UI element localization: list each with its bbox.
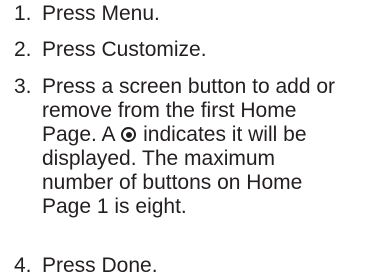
step-line-part: Page. A — [42, 123, 115, 146]
step-line: remove from the first Home — [42, 99, 297, 122]
step-line: Page. A indicates it will be — [42, 123, 335, 147]
radio-selected-icon — [121, 127, 137, 142]
step-line: Page 1 is eight. — [42, 195, 187, 218]
instruction-steps: 1. Press Menu. 2. Press Customize. 3. Pr… — [0, 0, 388, 279]
step-line-part: indicates it will be — [143, 123, 307, 146]
step-number: 4. — [14, 254, 32, 277]
step-line: Press Done. — [42, 254, 158, 277]
step-number: 2. — [14, 38, 32, 61]
step-text: Press Customize. — [42, 38, 207, 62]
step-line: Press a screen button to add or — [42, 75, 336, 98]
step-line: displayed. The maximum — [42, 147, 276, 170]
step-text: Press Done. — [42, 254, 158, 278]
step-line: Press Customize. — [42, 38, 207, 61]
step-number: 3. — [14, 75, 32, 98]
step-text: Press a screen button to add or remove f… — [42, 75, 335, 219]
step-text: Press Menu. — [42, 2, 160, 26]
step-number: 1. — [14, 2, 32, 25]
step-line: number of buttons on Home — [42, 171, 303, 194]
step-line: Press Menu. — [42, 2, 160, 25]
